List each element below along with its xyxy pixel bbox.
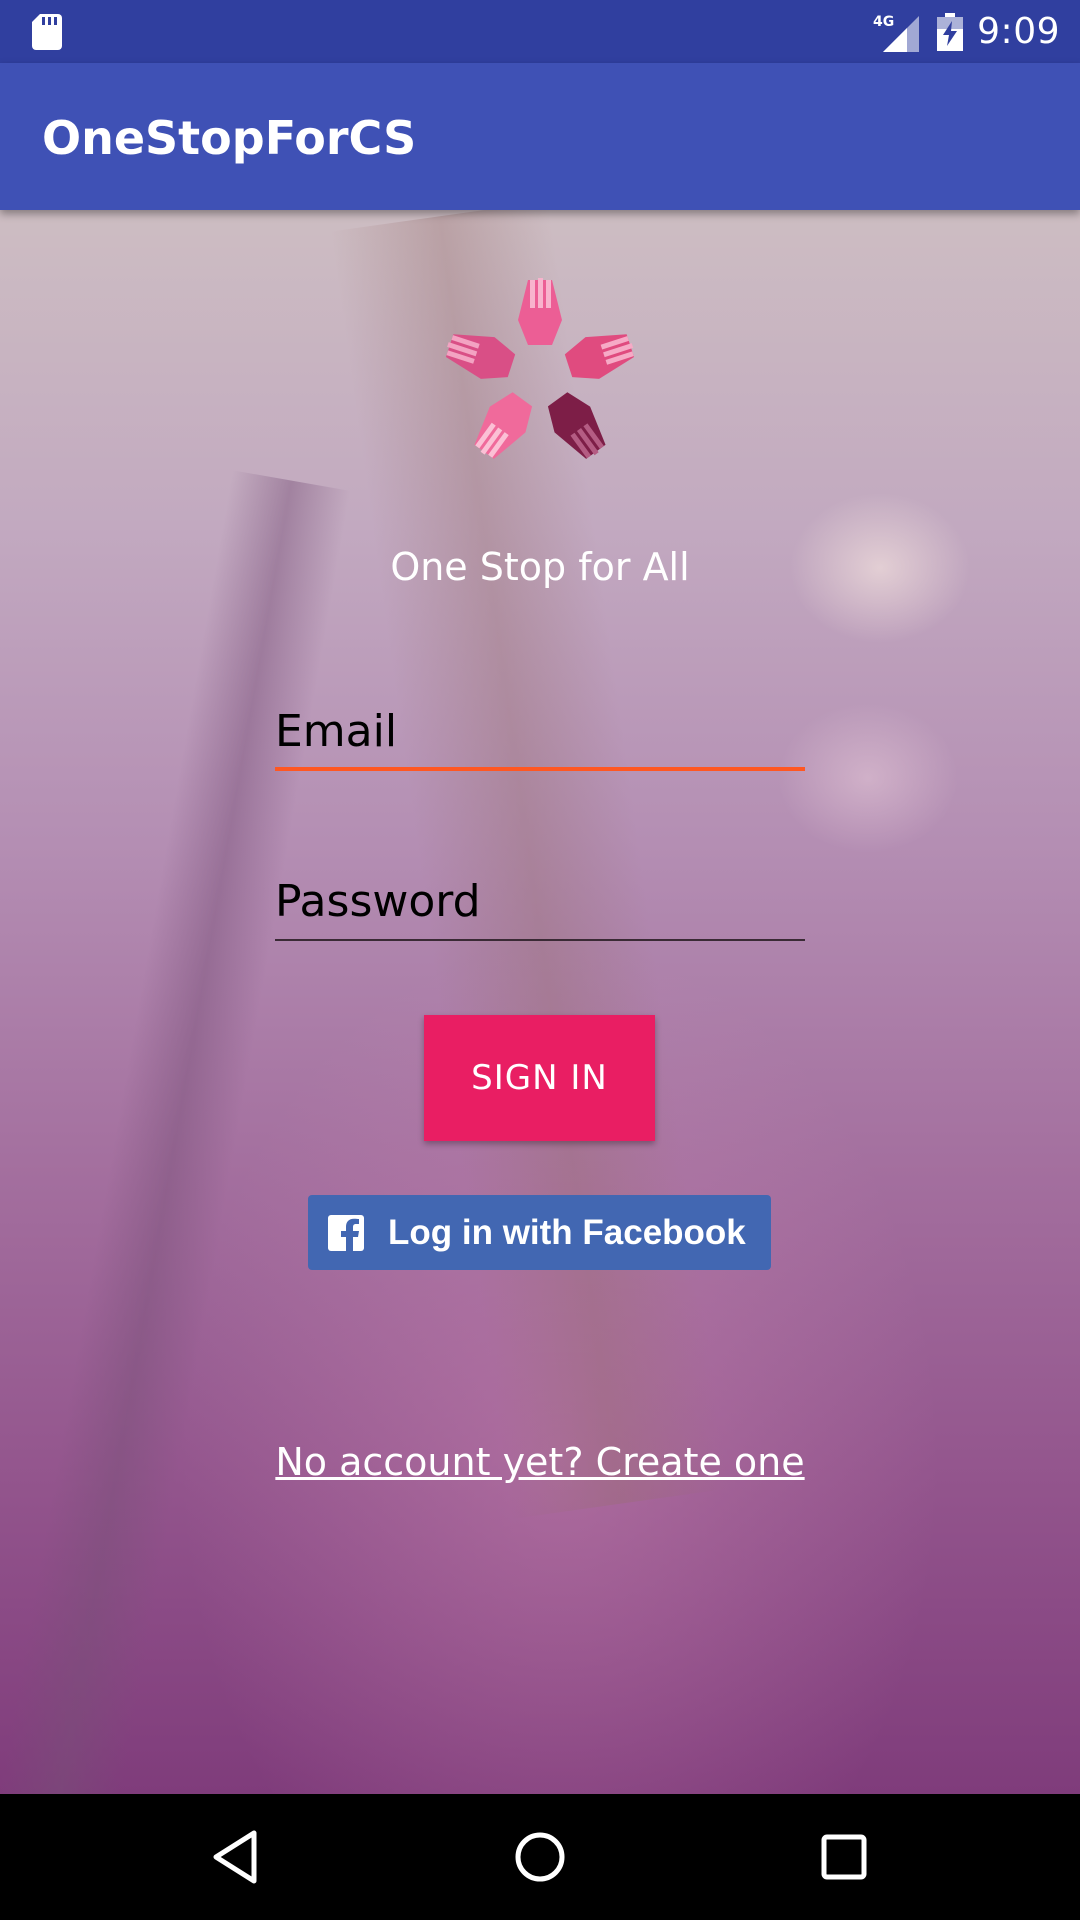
app-title: OneStopForCS <box>42 111 417 165</box>
tagline: One Stop for All <box>390 545 690 589</box>
facebook-icon <box>328 1214 364 1251</box>
email-field[interactable] <box>275 703 805 759</box>
recents-icon[interactable] <box>814 1827 874 1887</box>
login-screen: One Stop for All SIGN IN Log in with Fac… <box>0 210 1080 1794</box>
password-field-container <box>275 873 805 941</box>
facebook-login-button[interactable]: Log in with Facebook <box>308 1195 771 1270</box>
sign-in-button[interactable]: SIGN IN <box>424 1015 655 1141</box>
home-icon[interactable] <box>510 1827 570 1887</box>
hand-5 <box>445 334 516 379</box>
hand-1 <box>518 278 562 345</box>
facebook-login-label: Log in with Facebook <box>388 1212 746 1252</box>
network-type-label: 4G <box>873 14 894 30</box>
email-field-underline <box>275 767 805 771</box>
password-field[interactable] <box>275 873 805 929</box>
signal-4g-icon: 4G <box>873 14 920 52</box>
status-icons: 4G 9:09 <box>873 0 1060 63</box>
sd-card-icon <box>32 14 62 50</box>
hand-4 <box>474 392 533 459</box>
hand-3 <box>547 392 606 459</box>
status-time: 9:09 <box>977 11 1060 52</box>
back-icon[interactable] <box>206 1827 266 1887</box>
email-field-container <box>275 703 805 771</box>
app-bar: OneStopForCS <box>0 63 1080 210</box>
hand-2 <box>564 334 635 379</box>
hands-star-logo-icon <box>445 278 635 459</box>
status-bar: 4G 9:09 <box>0 0 1080 63</box>
create-account-link[interactable]: No account yet? Create one <box>0 1440 1080 1484</box>
navigation-bar <box>0 1794 1080 1920</box>
background-book-spine <box>0 470 351 1794</box>
battery-charging-icon <box>937 12 964 51</box>
password-field-underline <box>275 939 805 941</box>
